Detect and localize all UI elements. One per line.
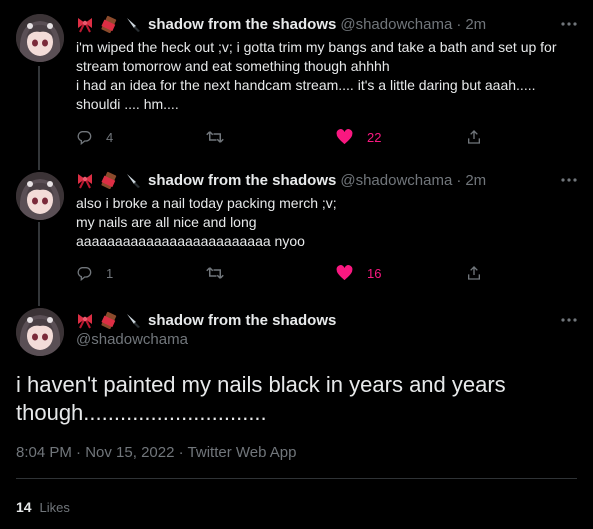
- tweet-header: shadow from the shadows @shadowchama · 2…: [76, 170, 553, 190]
- reply-count: 4: [106, 129, 114, 145]
- likes-summary[interactable]: 14 Likes: [16, 499, 70, 515]
- ribbon-icon: [78, 18, 92, 33]
- author-name[interactable]: shadow from the shadows: [148, 16, 336, 33]
- separator-dot: ·: [76, 444, 82, 461]
- avatar[interactable]: [16, 308, 64, 356]
- avatar[interactable]: [16, 14, 64, 62]
- reply-icon: [77, 131, 92, 145]
- share-button[interactable]: [466, 127, 482, 147]
- author-handle[interactable]: @shadowchama: [340, 172, 452, 189]
- chocolate-bar-icon: [101, 171, 117, 189]
- retweet-icon: [206, 131, 224, 143]
- like-button[interactable]: 16: [336, 263, 466, 283]
- tweet-actions: 4 22: [76, 127, 504, 147]
- tweet-header: shadow from the shadows @shadowchama · 2…: [76, 14, 553, 34]
- tweet-time[interactable]: 2m: [465, 16, 486, 33]
- retweet-button[interactable]: [206, 263, 336, 283]
- heart-icon: [336, 265, 353, 281]
- tweet-actions: 1 16: [76, 263, 504, 283]
- author-handle[interactable]: @shadowchama: [76, 331, 188, 348]
- separator-dot: ·: [456, 15, 462, 33]
- tweet-2[interactable]: shadow from the shadows @shadowchama · 2…: [0, 160, 593, 300]
- like-count: 22: [367, 129, 382, 145]
- tweet-meta: 8:04 PM · Nov 15, 2022 · Twitter Web App: [16, 444, 296, 461]
- knife-icon: [127, 314, 140, 328]
- tweet-1[interactable]: shadow from the shadows @shadowchama · 2…: [0, 0, 593, 160]
- reply-count: 1: [106, 265, 114, 281]
- heart-icon: [336, 129, 353, 145]
- ribbon-icon: [78, 314, 92, 329]
- tweet-date[interactable]: Nov 15, 2022: [85, 444, 174, 461]
- tweet-text: also i broke a nail today packing merch …: [76, 195, 337, 249]
- share-button[interactable]: [466, 263, 482, 283]
- knife-icon: [127, 174, 140, 188]
- likes-label: Likes: [39, 500, 70, 515]
- author-handle[interactable]: @shadowchama: [340, 16, 452, 33]
- divider: [16, 478, 577, 479]
- more-icon[interactable]: [559, 14, 579, 34]
- tweet-source[interactable]: Twitter Web App: [188, 444, 297, 461]
- knife-icon: [127, 18, 140, 32]
- tweet-timestamp[interactable]: 8:04 PM: [16, 444, 72, 461]
- separator-dot: ·: [178, 444, 184, 461]
- author-name[interactable]: shadow from the shadows: [148, 312, 336, 329]
- tweet-text: i'm wiped the heck out ;v; i gotta trim …: [76, 39, 557, 112]
- avatar[interactable]: [16, 172, 64, 220]
- chocolate-bar-icon: [101, 311, 117, 329]
- share-icon: [468, 266, 480, 280]
- retweet-icon: [206, 267, 224, 279]
- reply-button[interactable]: 4: [76, 127, 206, 147]
- author-name[interactable]: shadow from the shadows: [148, 172, 336, 189]
- like-count: 16: [367, 265, 382, 281]
- reply-icon: [77, 267, 92, 281]
- more-icon[interactable]: [559, 170, 579, 190]
- retweet-button[interactable]: [206, 127, 336, 147]
- tweet-header: shadow from the shadows: [76, 310, 553, 330]
- more-icon[interactable]: [559, 310, 579, 330]
- share-icon: [468, 130, 480, 144]
- ribbon-icon: [78, 174, 92, 189]
- main-tweet-text: i haven't painted my nails black in year…: [16, 372, 506, 425]
- reply-button[interactable]: 1: [76, 263, 206, 283]
- like-button[interactable]: 22: [336, 127, 466, 147]
- chocolate-bar-icon: [101, 15, 117, 33]
- separator-dot: ·: [456, 171, 462, 189]
- likes-count: 14: [16, 499, 32, 515]
- tweet-time[interactable]: 2m: [465, 172, 486, 189]
